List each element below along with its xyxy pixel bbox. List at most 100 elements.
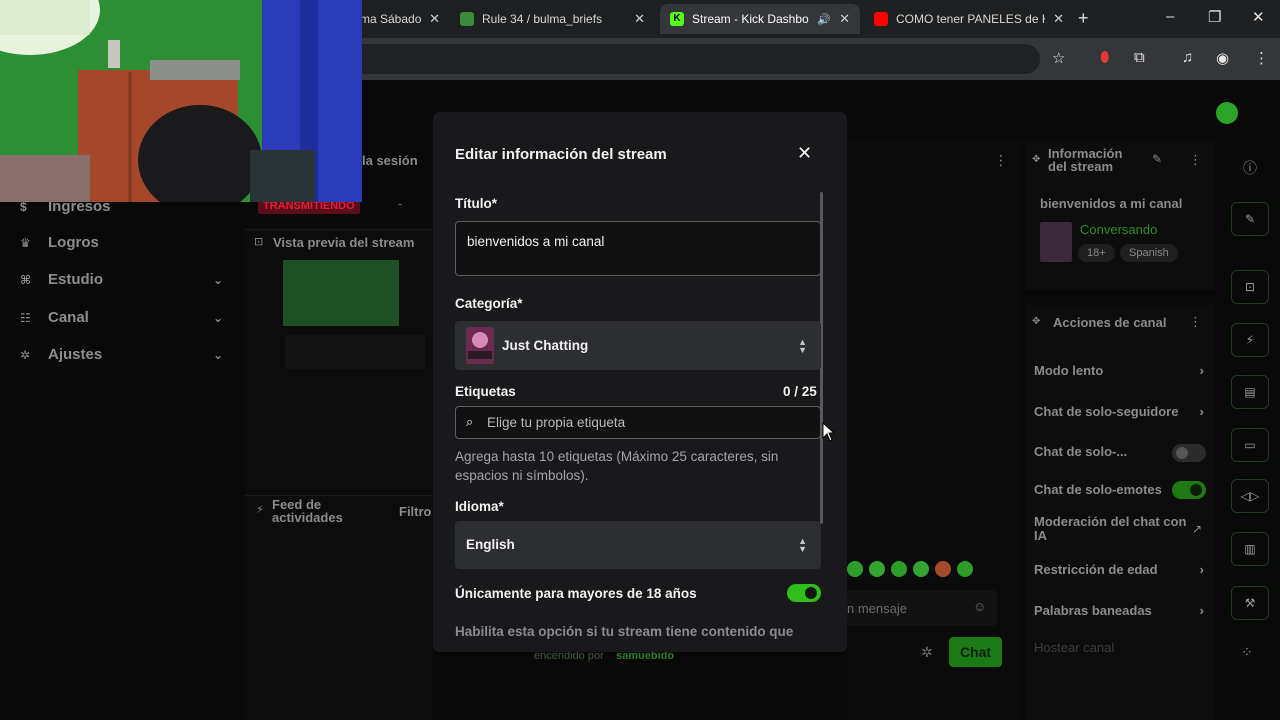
rule34-favicon-icon	[460, 12, 474, 26]
sidebar-item-estudio[interactable]: ⌘ Estudio ⌄	[20, 271, 225, 288]
bookmark-star-icon[interactable]: ☆	[1052, 49, 1065, 67]
emote-icon[interactable]	[891, 561, 907, 577]
tags-count: 0 / 25	[783, 384, 817, 399]
kick-avatar-icon[interactable]	[1216, 102, 1238, 124]
close-tab-icon[interactable]: ✕	[1053, 11, 1064, 27]
layout-icon: ▥	[1244, 542, 1256, 556]
mature-help-text: Habilita esta opción si tu stream tiene …	[455, 624, 794, 639]
minimize-icon[interactable]: –	[1166, 8, 1174, 25]
chevron-right-icon: ›	[1199, 404, 1204, 419]
maximize-icon[interactable]: ❐	[1208, 8, 1221, 26]
solo-subs-toggle[interactable]	[1172, 444, 1206, 462]
new-tab-icon[interactable]: +	[1078, 8, 1089, 29]
chat-settings-gear-icon[interactable]: ✲	[921, 644, 933, 661]
drag-handle-icon[interactable]: ✥	[1032, 316, 1040, 327]
screen: ma Sábado ✕ Rule 34 / bulma_briefs ✕ K S…	[0, 0, 1280, 720]
action-modo-lento[interactable]: Modo lento ›	[1034, 363, 1204, 378]
chat-send-button[interactable]: Chat	[949, 637, 1002, 667]
stream-info-category[interactable]: Conversando	[1080, 222, 1157, 237]
rail-bolt-button[interactable]: ⚡	[1231, 323, 1269, 357]
search-icon: ⌕	[466, 414, 474, 429]
action-moderacion-ia[interactable]: Moderación del chat con IA	[1034, 515, 1194, 543]
broadcast-icon: ◁▷	[1240, 489, 1260, 503]
close-icon[interactable]: ✕	[797, 143, 812, 164]
language-value: English	[466, 537, 515, 552]
emote-icon[interactable]	[847, 561, 863, 577]
action-hostear-canal[interactable]: Hostear canal	[1034, 640, 1204, 655]
webcam-overlay	[0, 0, 362, 202]
chat-menu-dots-icon[interactable]: ⋮	[994, 152, 1008, 169]
chat-input-placeholder: n mensaje	[847, 601, 907, 616]
session-header: la sesión	[362, 153, 418, 168]
studio-icon: ⌘	[20, 272, 32, 287]
chat-bubble-icon: ▭	[1244, 438, 1256, 452]
sidebar-item-ajustes[interactable]: ✲ Ajustes ⌄	[20, 346, 225, 363]
rail-chat-button[interactable]: ▭	[1231, 428, 1269, 462]
emote-icon[interactable]	[935, 561, 951, 577]
chat-input[interactable]: n mensaje ☺	[847, 590, 997, 626]
network-icon[interactable]: ⁘	[1241, 644, 1253, 661]
kick-favicon-icon: K	[670, 12, 684, 26]
media-control-icon[interactable]: ♫	[1182, 49, 1193, 66]
close-tab-icon[interactable]: ✕	[839, 11, 850, 27]
rail-edit-button[interactable]: ✎	[1231, 202, 1269, 236]
select-updown-icon: ▲ ▼	[798, 337, 807, 355]
rail-camera-button[interactable]: ⊡	[1231, 270, 1269, 304]
menu-dots-icon[interactable]: ⋮	[1254, 49, 1269, 67]
tags-help-text: Agrega hasta 10 etiquetas (Máximo 25 car…	[455, 449, 779, 483]
rail-notes-button[interactable]: ▤	[1231, 375, 1269, 409]
mature-toggle[interactable]	[787, 584, 821, 602]
tags-placeholder: Elige tu propia etiqueta	[487, 415, 626, 430]
emoji-icon[interactable]: ☺	[973, 599, 986, 614]
tab-4[interactable]: COMO tener PANELES de KI ✕	[864, 4, 1074, 34]
rail-broadcast-button[interactable]: ◁▷	[1231, 479, 1269, 513]
stream-preview-thumbnail[interactable]	[283, 260, 399, 326]
emote-icon[interactable]	[913, 561, 929, 577]
close-tab-icon[interactable]: ✕	[429, 11, 440, 27]
close-window-icon[interactable]: ✕	[1252, 8, 1265, 26]
language-select[interactable]: English ▲ ▼	[455, 521, 821, 569]
drag-handle-icon[interactable]: ✥	[1032, 154, 1040, 165]
edit-pencil-icon[interactable]: ✎	[1152, 152, 1162, 166]
close-tab-icon[interactable]: ✕	[634, 11, 645, 27]
action-palabras-baneadas[interactable]: Palabras baneadas ›	[1034, 603, 1204, 618]
tab-2[interactable]: Rule 34 / bulma_briefs ✕	[450, 4, 655, 34]
profile-icon[interactable]: ◉	[1216, 49, 1229, 67]
emote-icon[interactable]	[869, 561, 885, 577]
tag-pill: 18+	[1078, 244, 1115, 262]
extensions-puzzle-icon[interactable]: ⧉	[1134, 49, 1145, 66]
action-label: Restricción de edad	[1034, 562, 1158, 577]
title-input[interactable]: bienvenidos a mi canal	[455, 221, 821, 276]
chevron-right-icon: ›	[1199, 603, 1204, 618]
rail-tools-button[interactable]: ⚒	[1231, 586, 1269, 620]
action-label: Chat de solo-seguidore	[1034, 404, 1179, 419]
feed-filter[interactable]: Filtro	[399, 504, 432, 519]
panel-menu-dots-icon[interactable]: ⋮	[1189, 314, 1202, 330]
info-icon[interactable]: ⓘ	[1243, 158, 1257, 178]
action-solo-seguidores[interactable]: Chat de solo-seguidore ›	[1034, 404, 1204, 419]
chevron-down-icon: ⌄	[212, 310, 223, 325]
tab-title: Stream - Kick Dashboard	[692, 12, 809, 26]
language-label: Idioma*	[455, 499, 504, 514]
speaker-icon[interactable]: 🔊	[817, 13, 831, 26]
category-label: Categoría*	[455, 296, 523, 311]
tab-1[interactable]: ma Sábado ✕	[350, 4, 450, 34]
tags-input[interactable]: ⌕ Elige tu propia etiqueta	[455, 406, 821, 439]
sidebar-item-canal[interactable]: ☷ Canal ⌄	[20, 309, 225, 326]
sidebar-item-logros[interactable]: ♛ Logros	[20, 234, 225, 251]
emote-icon[interactable]	[957, 561, 973, 577]
action-label: Chat de solo-...	[1034, 444, 1128, 459]
panel-menu-dots-icon[interactable]: ⋮	[1189, 152, 1202, 168]
category-select[interactable]: Just Chatting ▲ ▼	[455, 321, 821, 370]
extension-red-icon[interactable]: ⬮	[1100, 49, 1109, 66]
rail-layout-button[interactable]: ▥	[1231, 532, 1269, 566]
tags-label: Etiquetas	[455, 384, 516, 399]
pencil-icon: ✎	[1244, 212, 1256, 226]
address-bar[interactable]	[330, 44, 1040, 74]
tab-kick-dashboard[interactable]: K Stream - Kick Dashboard 🔊 ✕	[660, 4, 860, 34]
action-restriccion-edad[interactable]: Restricción de edad ›	[1034, 562, 1204, 577]
external-link-icon[interactable]: ↗	[1192, 522, 1202, 536]
solo-emotes-toggle[interactable]	[1172, 481, 1206, 499]
bolt-icon: ⚡	[256, 504, 264, 516]
chat-panel	[847, 140, 1022, 720]
